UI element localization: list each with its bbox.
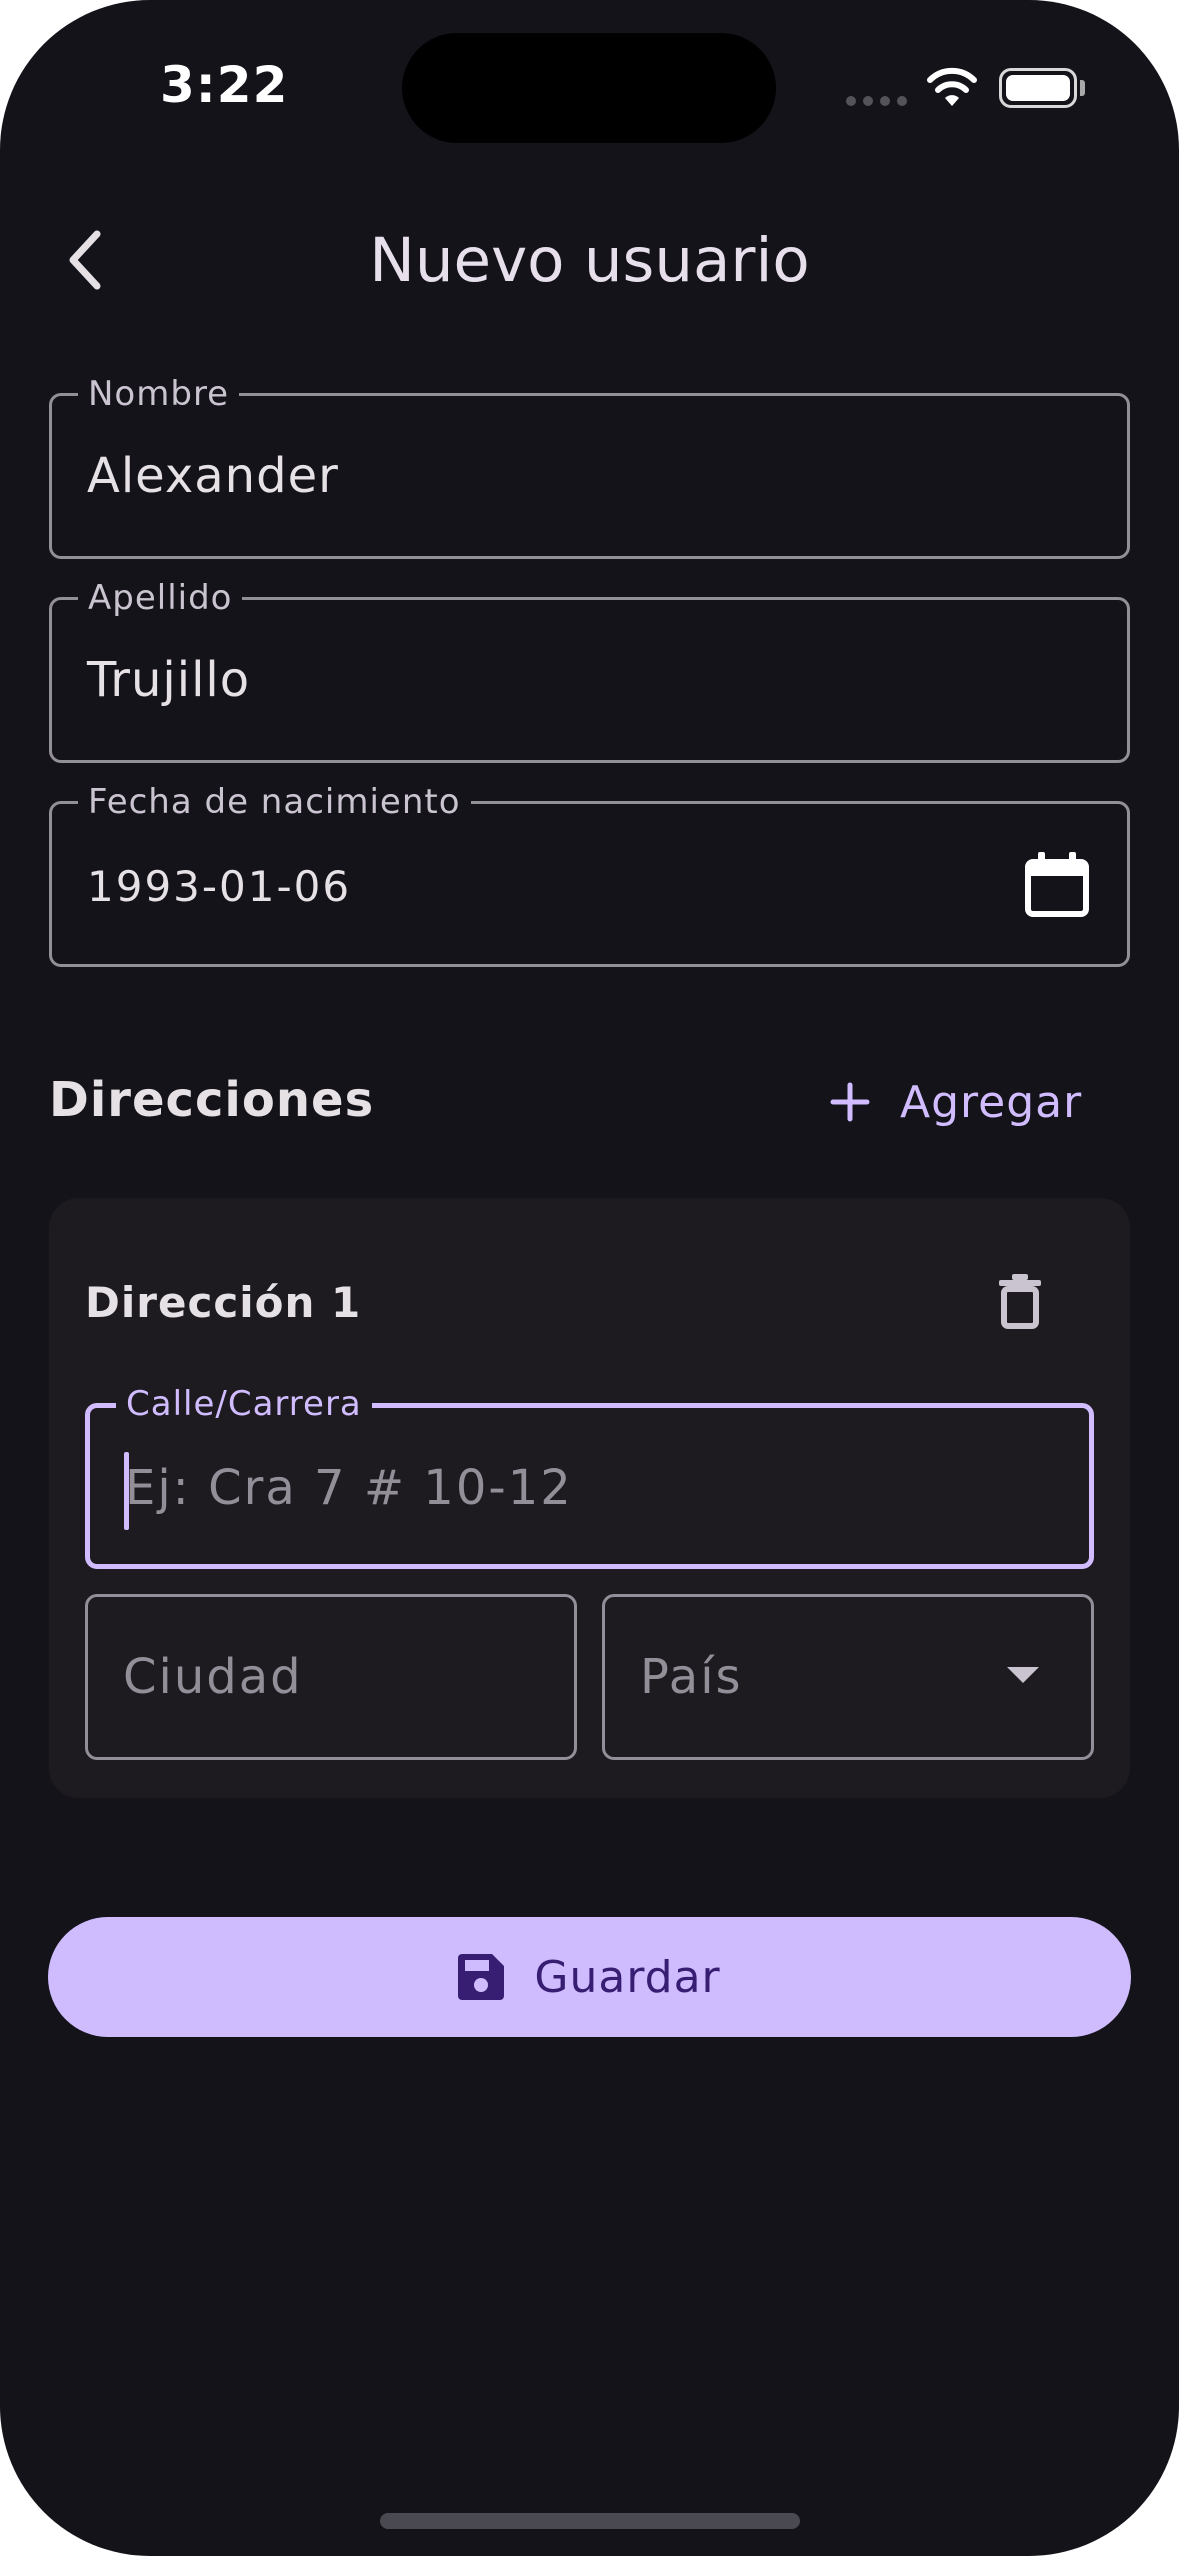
calendar-icon[interactable] (1025, 852, 1089, 918)
delete-direccion-button[interactable] (984, 1265, 1056, 1337)
fecha-nacimiento-field[interactable]: Fecha de nacimiento 1993-01-06 (49, 784, 1130, 967)
nombre-label: Nombre (78, 376, 240, 412)
apellido-value: Trujillo (87, 652, 251, 708)
fecha-nacimiento-label: Fecha de nacimiento (78, 784, 471, 820)
phone-screen: 3:22 Nuevo usuario Nombre Alexander Apel… (0, 0, 1179, 2556)
fecha-nacimiento-value: 1993-01-06 (87, 862, 352, 911)
ciudad-placeholder: Ciudad (123, 1649, 303, 1705)
direccion-card: Dirección 1 Calle/Carrera Ej: Cra 7 # 10… (49, 1198, 1130, 1798)
dynamic-island (402, 33, 776, 143)
battery-icon (999, 68, 1077, 108)
dropdown-arrow-icon (1007, 1667, 1039, 1683)
calle-carrera-field[interactable]: Calle/Carrera Ej: Cra 7 # 10-12 (85, 1386, 1094, 1569)
direccion-title: Dirección 1 (85, 1278, 362, 1327)
apellido-field[interactable]: Apellido Trujillo (49, 580, 1130, 763)
agregar-button[interactable]: Agregar (830, 1065, 1082, 1139)
direcciones-title: Direcciones (49, 1072, 375, 1128)
apellido-label: Apellido (78, 580, 243, 616)
pais-dropdown[interactable]: País (602, 1594, 1094, 1760)
nombre-value: Alexander (87, 448, 339, 504)
plus-icon (830, 1082, 870, 1122)
save-icon (458, 1954, 505, 2000)
wifi-icon (927, 67, 977, 106)
page-title: Nuevo usuario (369, 225, 810, 296)
ciudad-field[interactable]: Ciudad (85, 1594, 577, 1760)
trash-icon (999, 1274, 1041, 1329)
cellular-signal-icon (846, 96, 907, 106)
nombre-field[interactable]: Nombre Alexander (49, 376, 1130, 559)
home-indicator[interactable] (380, 2513, 800, 2529)
status-time: 3:22 (160, 56, 289, 114)
pais-placeholder: País (640, 1649, 743, 1705)
guardar-label: Guardar (534, 1951, 721, 2003)
agregar-label: Agregar (900, 1076, 1083, 1128)
battery-cap (1080, 80, 1085, 96)
guardar-button[interactable]: Guardar (48, 1917, 1131, 2037)
calle-carrera-placeholder: Ej: Cra 7 # 10-12 (125, 1460, 573, 1516)
calle-carrera-label: Calle/Carrera (116, 1386, 372, 1422)
